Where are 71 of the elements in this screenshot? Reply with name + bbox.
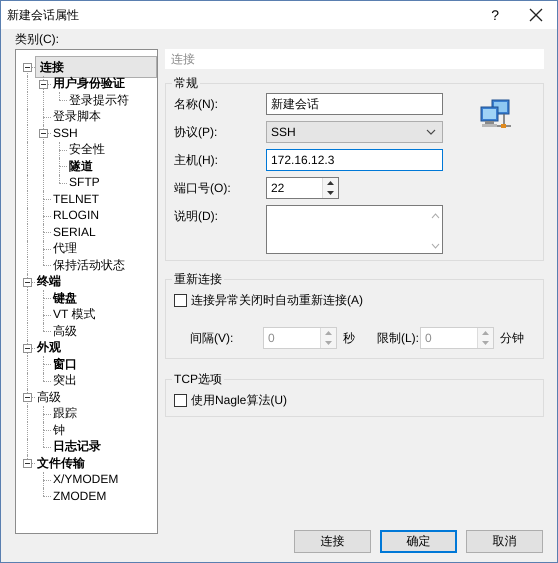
tree-item[interactable]: 用户身份验证 (51, 76, 127, 92)
chevron-icon (426, 129, 436, 135)
close-icon[interactable] (529, 8, 543, 22)
text-field[interactable]: 新建会话 (266, 93, 443, 115)
dialog-button[interactable]: 确定 (380, 530, 457, 553)
collapse-icon[interactable] (39, 129, 48, 138)
tree-item[interactable]: 安全性 (67, 142, 107, 158)
tree-item[interactable]: 窗口 (51, 356, 79, 372)
collapse-icon[interactable] (23, 344, 32, 352)
tree-item[interactable]: SERIAL (51, 224, 98, 240)
category-label: 类别(C): (15, 31, 60, 47)
protocol-dropdown[interactable]: SSH (266, 121, 443, 143)
tree-item[interactable]: 高级 (35, 390, 63, 405)
tree-item[interactable]: X/YMODEM (51, 472, 120, 488)
unit-label: 秒 (343, 330, 356, 346)
collapse-icon[interactable] (23, 63, 32, 72)
field-label: 协议(P): (174, 124, 218, 141)
spin-down-button[interactable] (323, 188, 338, 198)
tree-item[interactable]: 代理 (51, 241, 79, 256)
tree-item[interactable]: RLOGIN (51, 208, 102, 224)
tree-item[interactable]: 文件传输 (35, 456, 87, 471)
tree-item[interactable]: TELNET (51, 192, 102, 207)
group-title: 常规 (173, 75, 199, 92)
checkbox-label: 使用Nagle算法(U) (191, 392, 288, 409)
field-label: 说明(D): (174, 208, 219, 225)
field-label: 主机(H): (174, 152, 219, 169)
network-computers-icon (479, 98, 513, 130)
tree-item[interactable]: 保持活动状态 (51, 258, 127, 273)
down-arrow-icon (325, 341, 332, 345)
checkbox-label: 连接异常关闭时自动重新连接(A) (191, 292, 363, 309)
tree-item[interactable]: 突出 (51, 373, 79, 388)
collapse-icon[interactable] (39, 80, 48, 88)
field-label: 端口号(O): (174, 180, 232, 197)
group-title: TCP选项 (173, 371, 223, 388)
up-arrow-icon (482, 331, 489, 335)
tree-item[interactable]: 隧道 (67, 158, 95, 174)
up-arrow-icon (327, 181, 334, 185)
dialog-button[interactable]: 连接 (294, 530, 371, 553)
down-arrow-icon (327, 191, 334, 195)
port-field[interactable]: 22 (266, 177, 339, 199)
spin-up-button[interactable] (323, 178, 338, 188)
panel-header: 连接 (165, 49, 544, 69)
down-arrow-icon (482, 341, 489, 345)
field-label: 名称(N): (174, 96, 219, 113)
tree-item[interactable]: 终端 (35, 274, 63, 290)
group-title: 重新连接 (173, 271, 223, 288)
unit-label: 分钟 (500, 330, 525, 346)
tree-item[interactable]: 日志记录 (51, 439, 103, 454)
collapse-icon[interactable] (23, 393, 32, 402)
tree-item[interactable]: SFTP (67, 175, 102, 190)
tree-item[interactable]: 登录脚本 (51, 109, 103, 124)
window-title: 新建会话属性 (7, 6, 79, 24)
field-label: 间隔(V): (190, 330, 234, 346)
collapse-icon[interactable] (23, 459, 32, 468)
collapse-icon[interactable] (23, 278, 32, 286)
tree-item[interactable]: 键盘 (51, 290, 79, 306)
tree-item[interactable]: 跟踪 (51, 406, 79, 422)
tree-item[interactable]: ZMODEM (51, 488, 108, 504)
checkbox[interactable] (174, 294, 187, 307)
tree-item[interactable]: VT 模式 (51, 307, 98, 322)
tree-item[interactable]: 外观 (35, 340, 63, 356)
dialog-button[interactable]: 取消 (466, 530, 543, 553)
tree-item[interactable]: 登录提示符 (67, 92, 131, 108)
text-field[interactable]: 172.16.12.3 (266, 149, 443, 171)
up-arrow-icon (325, 331, 332, 335)
tree-item[interactable]: SSH (51, 126, 80, 141)
field-label: 限制(L): (377, 330, 420, 346)
checkbox[interactable] (174, 394, 187, 407)
tree-item[interactable]: 高级 (51, 324, 79, 339)
help-button[interactable]: ? (487, 7, 503, 23)
tree-item[interactable]: 钟 (51, 422, 67, 438)
